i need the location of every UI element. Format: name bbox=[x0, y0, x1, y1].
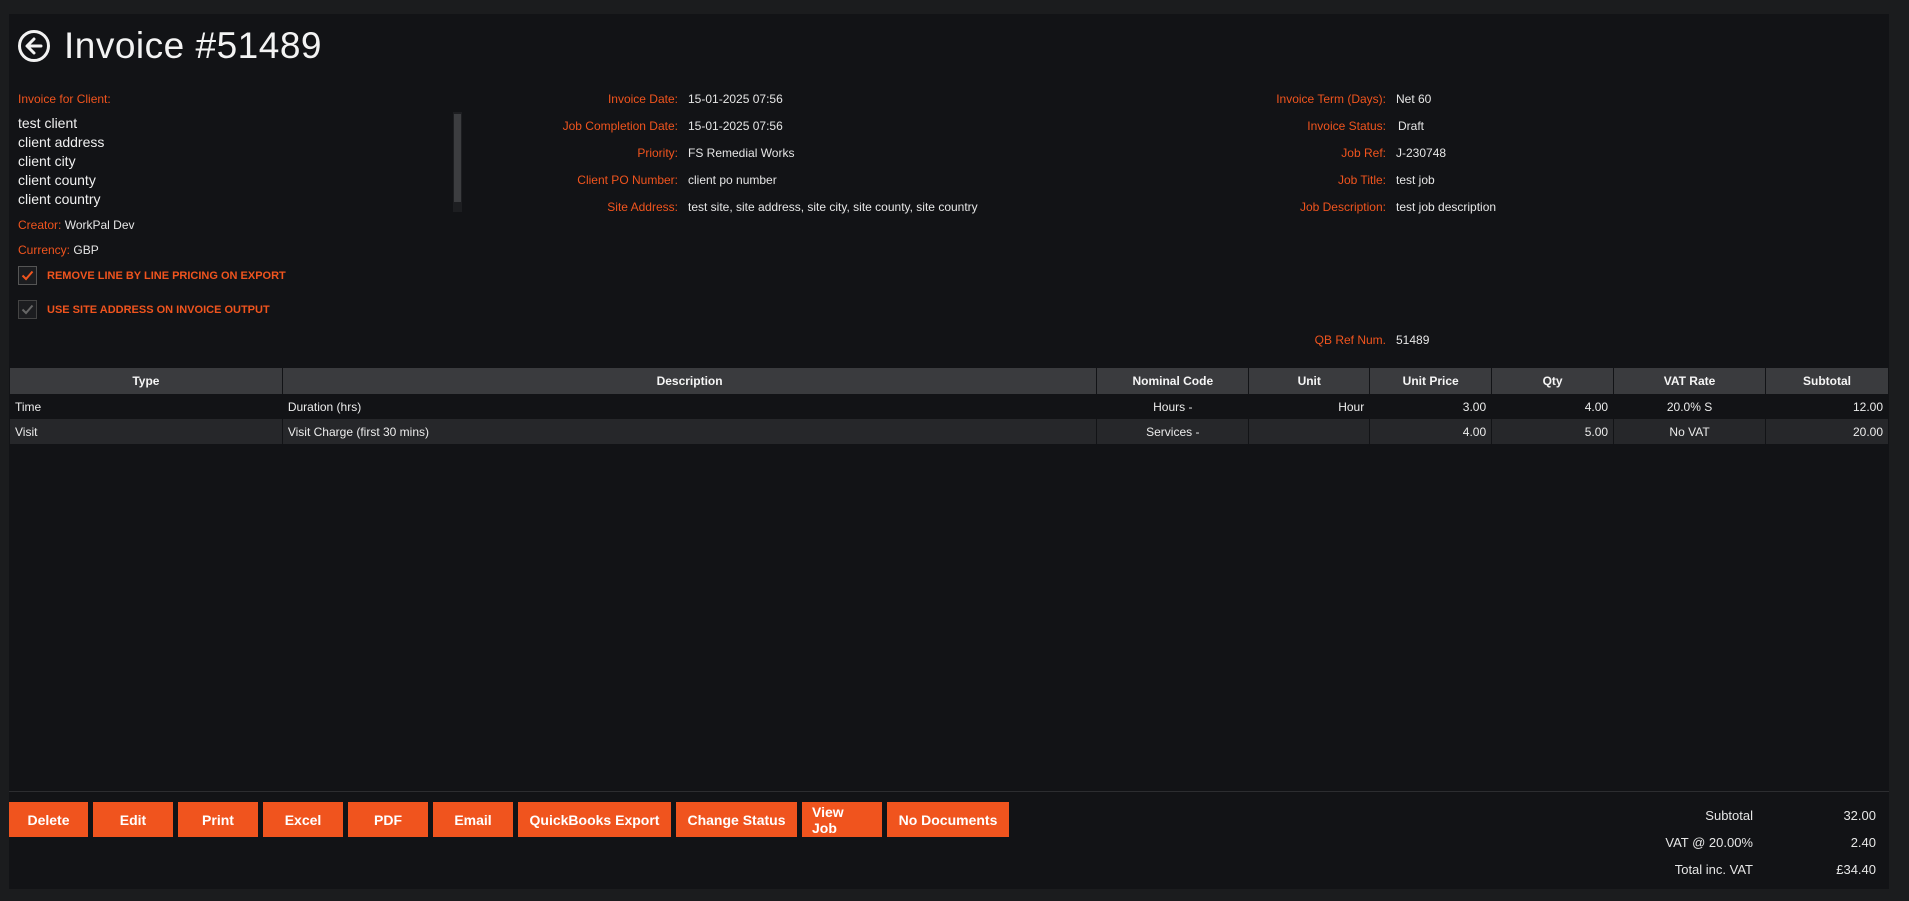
vat-label: VAT @ 20.00% bbox=[1665, 835, 1753, 850]
client-address-box[interactable]: test client client address client city c… bbox=[18, 114, 448, 212]
job-completion-date-value: 15-01-2025 07:56 bbox=[688, 119, 783, 133]
currency-row: Currency: GBP bbox=[18, 243, 99, 257]
pdf-button[interactable]: PDF bbox=[348, 802, 428, 837]
table-row[interactable]: Visit Visit Charge (first 30 mins) Servi… bbox=[10, 419, 1888, 444]
remove-pricing-option: REMOVE LINE BY LINE PRICING ON EXPORT bbox=[18, 266, 286, 285]
cell-nominal-code: Services - bbox=[1097, 419, 1249, 444]
cell-type: Visit bbox=[10, 419, 282, 444]
invoice-date-label: Invoice Date: bbox=[607, 92, 678, 106]
cell-subtotal: 12.00 bbox=[1852, 399, 1883, 414]
no-documents-button[interactable]: No Documents bbox=[887, 802, 1009, 837]
qb-ref-label: QB Ref Num. bbox=[1314, 333, 1386, 347]
action-button-bar: Delete Edit Print Excel PDF Email QuickB… bbox=[9, 802, 1009, 837]
subtotal-value: 32.00 bbox=[1843, 808, 1876, 823]
table-header-row: Type Description Nominal Code Unit Unit … bbox=[10, 368, 1888, 394]
cell-unit-price: 4.00 bbox=[1370, 419, 1492, 444]
site-address-value: test site, site address, site city, site… bbox=[688, 200, 978, 214]
cell-unit bbox=[1249, 419, 1370, 444]
print-button[interactable]: Print bbox=[178, 802, 258, 837]
delete-button[interactable]: Delete bbox=[9, 802, 88, 837]
back-arrow-icon[interactable] bbox=[18, 30, 50, 62]
checkmark-icon bbox=[21, 304, 34, 315]
client-line: client address bbox=[18, 134, 105, 150]
cell-type: Time bbox=[15, 399, 42, 414]
job-ref-label: Job Ref: bbox=[1341, 146, 1386, 160]
cell-description: Duration (hrs) bbox=[287, 399, 362, 414]
column-header[interactable]: Unit Price bbox=[1370, 368, 1492, 394]
vat-value: 2.40 bbox=[1850, 835, 1876, 850]
excel-button[interactable]: Excel bbox=[263, 802, 343, 837]
job-completion-date-label: Job Completion Date: bbox=[562, 119, 678, 133]
site-address-label: Site Address: bbox=[607, 200, 678, 214]
page-header: Invoice #51489 bbox=[18, 25, 322, 66]
cell-description: Visit Charge (first 30 mins) bbox=[282, 419, 1097, 444]
column-header[interactable]: Nominal Code bbox=[1097, 368, 1249, 394]
currency-value: GBP bbox=[73, 243, 99, 257]
client-label: Invoice for Client: bbox=[18, 92, 111, 106]
column-header[interactable]: Qty bbox=[1492, 368, 1614, 394]
qb-ref-value: 51489 bbox=[1396, 333, 1430, 347]
column-header[interactable]: Description bbox=[282, 368, 1097, 394]
job-description-value: test job description bbox=[1396, 200, 1497, 214]
cell-qty: 5.00 bbox=[1492, 419, 1614, 444]
use-site-address-checkbox[interactable] bbox=[18, 300, 37, 319]
priority-value: FS Remedial Works bbox=[688, 146, 795, 160]
column-header[interactable]: Subtotal bbox=[1766, 368, 1888, 394]
table-row[interactable]: Time Duration (hrs) Hours - Hour 3.00 4.… bbox=[10, 394, 1888, 419]
total-label: Total inc. VAT bbox=[1674, 862, 1753, 877]
invoice-status-label: Invoice Status: bbox=[1307, 119, 1386, 133]
currency-label: Currency: bbox=[18, 243, 71, 257]
invoice-date-value: 15-01-2025 07:56 bbox=[688, 92, 783, 106]
cell-vat-rate: No VAT bbox=[1614, 419, 1765, 444]
line-items-table: Type Description Nominal Code Unit Unit … bbox=[9, 368, 1889, 444]
invoice-term-label: Invoice Term (Days): bbox=[1276, 92, 1386, 106]
job-ref-value: J-230748 bbox=[1396, 146, 1447, 160]
cell-unit-price: 3.00 bbox=[1462, 399, 1487, 414]
creator-value: WorkPal Dev bbox=[64, 218, 135, 232]
creator-row: Creator: WorkPal Dev bbox=[18, 218, 135, 232]
change-status-button[interactable]: Change Status bbox=[676, 802, 797, 837]
page-title: Invoice #51489 bbox=[64, 25, 322, 66]
client-line: client country bbox=[18, 191, 101, 207]
total-value: £34.40 bbox=[1836, 862, 1876, 877]
quickbooks-export-button[interactable]: QuickBooks Export bbox=[518, 802, 671, 837]
column-header[interactable]: Type bbox=[10, 368, 282, 394]
priority-label: Priority: bbox=[637, 146, 678, 160]
column-header[interactable]: VAT Rate bbox=[1614, 368, 1765, 394]
email-button[interactable]: Email bbox=[433, 802, 513, 837]
subtotal-label: Subtotal bbox=[1705, 808, 1753, 823]
edit-button[interactable]: Edit bbox=[93, 802, 173, 837]
job-title-label: Job Title: bbox=[1337, 173, 1386, 187]
client-po-label: Client PO Number: bbox=[577, 173, 678, 187]
cell-qty: 4.00 bbox=[1584, 399, 1609, 414]
view-job-button[interactable]: View Job bbox=[802, 802, 882, 837]
use-site-address-option: USE SITE ADDRESS ON INVOICE OUTPUT bbox=[18, 300, 270, 319]
client-scrollbar[interactable] bbox=[453, 112, 462, 212]
use-site-address-label: USE SITE ADDRESS ON INVOICE OUTPUT bbox=[47, 303, 270, 316]
cell-nominal-code: Hours - bbox=[1153, 399, 1193, 414]
cell-vat-rate: 20.0% S bbox=[1666, 399, 1713, 414]
creator-label: Creator: bbox=[18, 218, 62, 232]
client-line: client city bbox=[18, 153, 76, 169]
job-title-value: test job bbox=[1396, 173, 1435, 187]
client-po-value: client po number bbox=[688, 173, 777, 187]
remove-pricing-label: REMOVE LINE BY LINE PRICING ON EXPORT bbox=[47, 269, 286, 282]
footer-divider bbox=[9, 791, 1889, 792]
client-line: test client bbox=[18, 115, 78, 131]
invoice-term-value: Net 60 bbox=[1396, 92, 1432, 106]
column-header[interactable]: Unit bbox=[1249, 368, 1370, 394]
job-description-label: Job Description: bbox=[1299, 200, 1386, 214]
client-line: client county bbox=[18, 172, 96, 188]
invoice-status-value: Draft bbox=[1398, 119, 1425, 133]
cell-unit: Hour bbox=[1338, 399, 1365, 414]
checkmark-icon bbox=[21, 270, 34, 281]
cell-subtotal: 20.00 bbox=[1766, 419, 1888, 444]
remove-pricing-checkbox[interactable] bbox=[18, 266, 37, 285]
